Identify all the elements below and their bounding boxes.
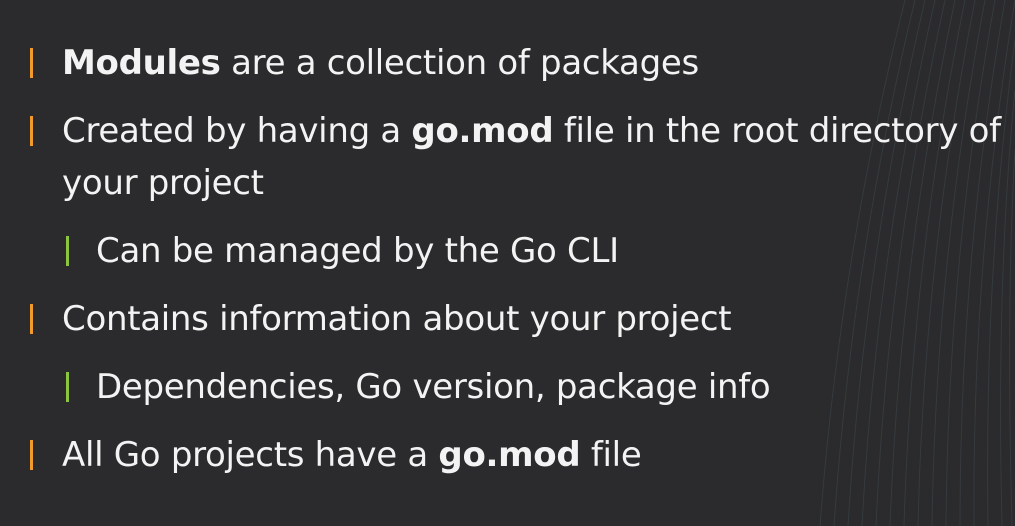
sub-bullet-marker — [66, 236, 69, 266]
bullet-marker — [30, 440, 33, 470]
text-segment: your project — [62, 163, 264, 203]
text-segment: are a collection of packages — [220, 43, 699, 83]
bullet-text: All Go projects have a go.mod file — [62, 430, 642, 480]
bullet-text: Can be managed by the Go CLI — [96, 226, 619, 276]
slide: Modules are a collection of packages Cre… — [0, 0, 1015, 526]
bullet-marker — [30, 48, 33, 78]
bullet-text: Contains information about your project — [62, 294, 732, 344]
text-segment: Can be managed by the Go CLI — [96, 231, 619, 271]
bullet-text: Dependencies, Go version, package info — [96, 362, 771, 412]
bold-term: go.mod — [411, 111, 554, 151]
bold-term: go.mod — [438, 435, 581, 475]
text-segment: Created by having a — [62, 111, 412, 151]
bullet-text: Modules are a collection of packages — [62, 38, 699, 88]
text-segment: All Go projects have a — [62, 435, 439, 475]
bullet-text: your project — [62, 158, 264, 208]
bullet-marker — [30, 304, 33, 334]
text-segment: Dependencies, Go version, package info — [96, 367, 771, 407]
bullet-2-continuation: your project — [24, 158, 264, 208]
sub-bullet-2: Dependencies, Go version, package info — [60, 362, 771, 412]
text-segment: file in the root directory of — [553, 111, 1001, 151]
bullet-1: Modules are a collection of packages — [24, 38, 699, 88]
sub-bullet-marker — [66, 372, 69, 402]
bullet-marker — [30, 116, 33, 146]
bullet-4: All Go projects have a go.mod file — [24, 430, 642, 480]
bold-term: Modules — [62, 43, 221, 83]
sub-bullet-1: Can be managed by the Go CLI — [60, 226, 619, 276]
text-segment: Contains information about your project — [62, 299, 732, 339]
bullet-3: Contains information about your project — [24, 294, 732, 344]
bullet-text: Created by having a go.mod file in the r… — [62, 106, 1001, 156]
text-segment: file — [580, 435, 642, 475]
bullet-2: Created by having a go.mod file in the r… — [24, 106, 1001, 156]
